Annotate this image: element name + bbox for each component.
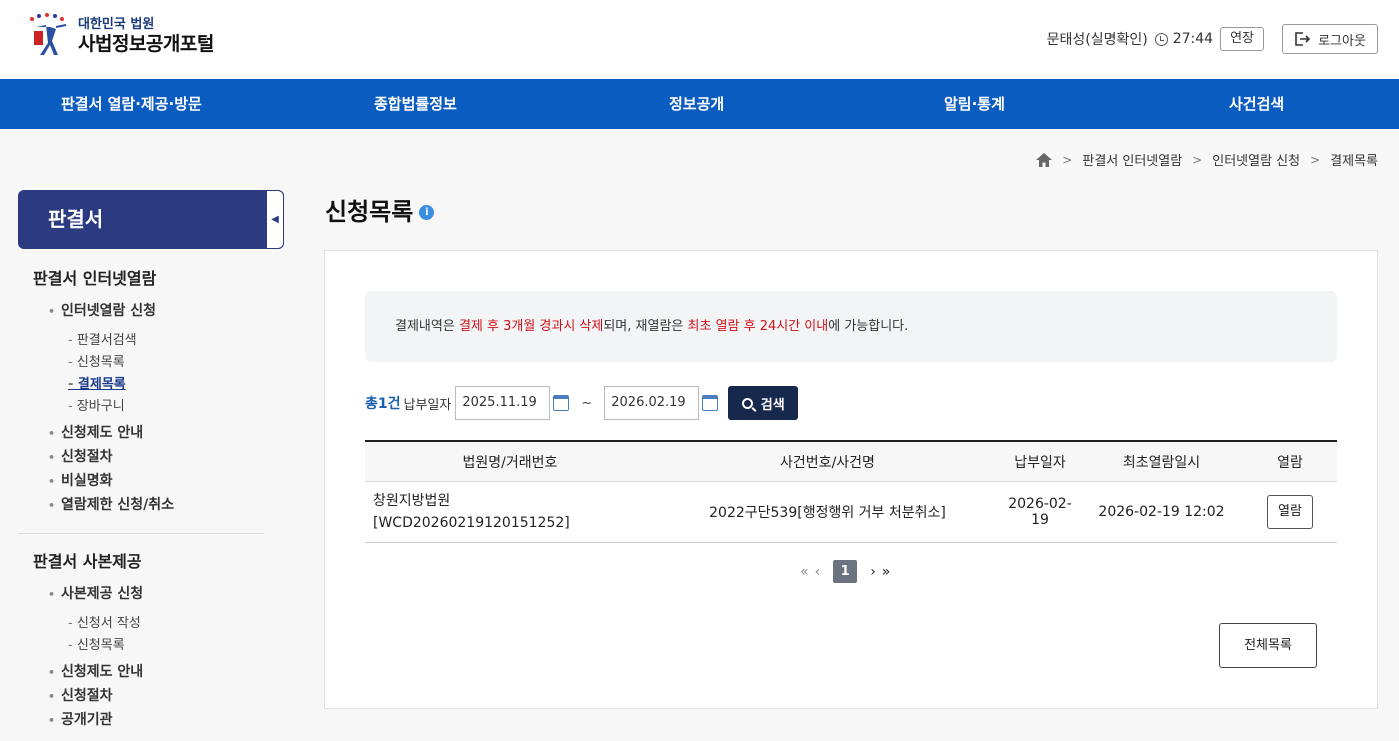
search-icon — [741, 397, 753, 409]
date-from-input[interactable]: 2025.11.19 — [455, 386, 551, 420]
total-count: 총1건 — [365, 396, 401, 412]
content-panel: 결제내역은 결제 후 3개월 경과시 삭제되며, 재열람은 최초 열람 후 24… — [324, 250, 1378, 709]
breadcrumb-item[interactable]: 판결서 인터넷열람 — [1082, 150, 1182, 169]
extend-session-button[interactable]: 연장 — [1220, 27, 1264, 51]
sidebar-item-system-guide[interactable]: 신청제도 안내 — [48, 422, 143, 442]
column-header: 사건번호/사건명 — [780, 454, 875, 471]
page-title-text: 신청목록 — [325, 198, 414, 226]
column-header: 열람 — [1277, 454, 1303, 471]
current-page[interactable]: 1 — [833, 560, 858, 583]
table-row: 창원지방법원 [WCD20260219120151252] 2022구단539[… — [365, 482, 1337, 543]
search-button[interactable]: 검색 — [728, 386, 799, 420]
calendar-icon[interactable] — [553, 395, 570, 411]
case-cell: 2022구단539[행정행위 거부 처분취소] — [709, 505, 946, 521]
chevron-right-icon: > — [1192, 152, 1203, 167]
main-nav: 판결서 열람·제공·방문 종합법률정보 정보공개 알림·통계 사건검색 — [0, 79, 1399, 129]
sidebar-item-procedure[interactable]: 신청절차 — [48, 446, 113, 466]
sidebar-subitem-payment-list[interactable]: 결제목록 — [68, 373, 126, 392]
column-header: 법원명/거래번호 — [462, 454, 558, 471]
search-button-label: 검색 — [760, 397, 785, 413]
user-area: 문태성(실명확인) 27:44 연장 로그아웃 — [1047, 24, 1378, 54]
view-button[interactable]: 열람 — [1267, 495, 1313, 529]
nav-item-notice-stats[interactable]: 알림·통계 — [944, 79, 1005, 129]
logout-icon — [1295, 32, 1311, 46]
page-title: 신청목록 i — [325, 192, 435, 227]
pay-date-cell: 2026-02-19 — [1008, 496, 1072, 528]
sidebar-subitem-judgment-search[interactable]: 판결서검색 — [68, 329, 137, 348]
date-label: 납부일자 — [403, 397, 452, 413]
court-name: 창원지방법원 — [373, 493, 451, 509]
logout-button[interactable]: 로그아웃 — [1282, 24, 1378, 54]
column-header: 최초열람일시 — [1122, 454, 1201, 471]
nav-item-info-disclosure[interactable]: 정보공개 — [669, 79, 724, 129]
sidebar-subitem-apply-list[interactable]: 신청목록 — [68, 634, 125, 653]
pagination: « ‹ 1 › » — [797, 560, 893, 583]
nav-item-case-search[interactable]: 사건검색 — [1229, 79, 1284, 129]
sidebar-item-copy-apply[interactable]: 사본제공 신청 — [48, 583, 143, 603]
column-header: 납부일자 — [1014, 454, 1066, 471]
chevron-right-icon: > — [1310, 152, 1321, 167]
site-logo[interactable]: 대한민국 법원 사법정보공개포털 — [26, 13, 214, 59]
sidebar-group-title[interactable]: 판결서 사본제공 — [33, 548, 142, 572]
all-list-button[interactable]: 전체목록 — [1219, 623, 1317, 668]
sidebar-subitem-apply-list[interactable]: 신청목록 — [68, 351, 125, 370]
logo-title: 사법정보공개포털 — [78, 32, 214, 55]
date-to-input[interactable]: 2026.02.19 — [604, 386, 700, 420]
breadcrumb-item-current: 결제목록 — [1330, 154, 1378, 169]
home-icon[interactable] — [1036, 152, 1053, 167]
clock-icon — [1154, 32, 1168, 46]
chevron-right-icon: > — [1062, 152, 1073, 167]
notice-text: 되며, 재열람은 — [603, 319, 688, 334]
notice-highlight: 결제 후 3개월 경과시 삭제 — [458, 319, 604, 334]
last-page-icon[interactable]: » — [882, 564, 891, 580]
transaction-number: [WCD20260219120151252] — [373, 515, 570, 531]
next-page-icon[interactable]: › — [870, 564, 876, 580]
first-page-icon[interactable]: « — [800, 564, 809, 580]
info-icon[interactable]: i — [419, 205, 435, 220]
search-row: 총1건 납부일자 2025.11.19 ~ 2026.02.19 검색 — [365, 386, 799, 420]
nav-item-legal-info[interactable]: 종합법률정보 — [374, 79, 457, 129]
notice-text: 에 가능합니다. — [828, 319, 909, 334]
nav-item-judgment[interactable]: 판결서 열람·제공·방문 — [61, 79, 202, 129]
court-cell: 창원지방법원 [WCD20260219120151252] — [365, 490, 655, 534]
prev-page-icon[interactable]: ‹ — [815, 564, 821, 580]
session-timer: 27:44 — [1172, 31, 1214, 47]
payment-table: 법원명/거래번호 사건번호/사건명 납부일자 최초열람일시 열람 창원지방법원 … — [365, 440, 1337, 543]
breadcrumb-item[interactable]: 인터넷열람 신청 — [1212, 150, 1300, 169]
view-cell: 열람 — [1243, 495, 1337, 529]
sidebar-divider — [18, 533, 264, 534]
notice-highlight: 최초 열람 후 24시간 이내 — [687, 319, 829, 334]
logout-label: 로그아웃 — [1318, 33, 1366, 49]
sidebar-title: 판결서 — [18, 190, 284, 249]
table-header: 법원명/거래번호 사건번호/사건명 납부일자 최초열람일시 열람 — [365, 442, 1337, 482]
calendar-icon[interactable] — [702, 395, 719, 411]
sidebar-subitem-cart[interactable]: 장바구니 — [68, 395, 125, 414]
sidebar-item-public-agency[interactable]: 공개기관 — [48, 709, 113, 729]
sidebar-item-anonymization[interactable]: 비실명화 — [48, 470, 113, 490]
header: 대한민국 법원 사법정보공개포털 문태성(실명확인) 27:44 연장 로그아웃 — [0, 0, 1399, 79]
sidebar-item-internet-apply[interactable]: 인터넷열람 신청 — [48, 300, 156, 320]
sidebar-subitem-write-application[interactable]: 신청서 작성 — [68, 612, 141, 631]
sidebar-group-title[interactable]: 판결서 인터넷열람 — [33, 265, 156, 289]
sidebar-item-view-restriction[interactable]: 열람제한 신청/취소 — [48, 494, 174, 514]
sidebar-item-system-guide[interactable]: 신청제도 안내 — [48, 661, 143, 681]
sidebar-item-procedure[interactable]: 신청절차 — [48, 685, 113, 705]
user-name: 문태성(실명확인) — [1046, 32, 1148, 48]
court-emblem-icon — [26, 13, 70, 59]
breadcrumb: > 판결서 인터넷열람 > 인터넷열람 신청 > 결제목록 — [1036, 150, 1378, 169]
first-view-cell: 2026-02-19 12:02 — [1098, 504, 1225, 520]
notice-box: 결제내역은 결제 후 3개월 경과시 삭제되며, 재열람은 최초 열람 후 24… — [365, 291, 1337, 362]
date-range-separator: ~ — [581, 395, 593, 411]
notice-text: 결제내역은 — [395, 319, 459, 334]
logo-subtitle: 대한민국 법원 — [78, 16, 155, 32]
sidebar-collapse-button[interactable]: ◀ — [267, 190, 284, 249]
